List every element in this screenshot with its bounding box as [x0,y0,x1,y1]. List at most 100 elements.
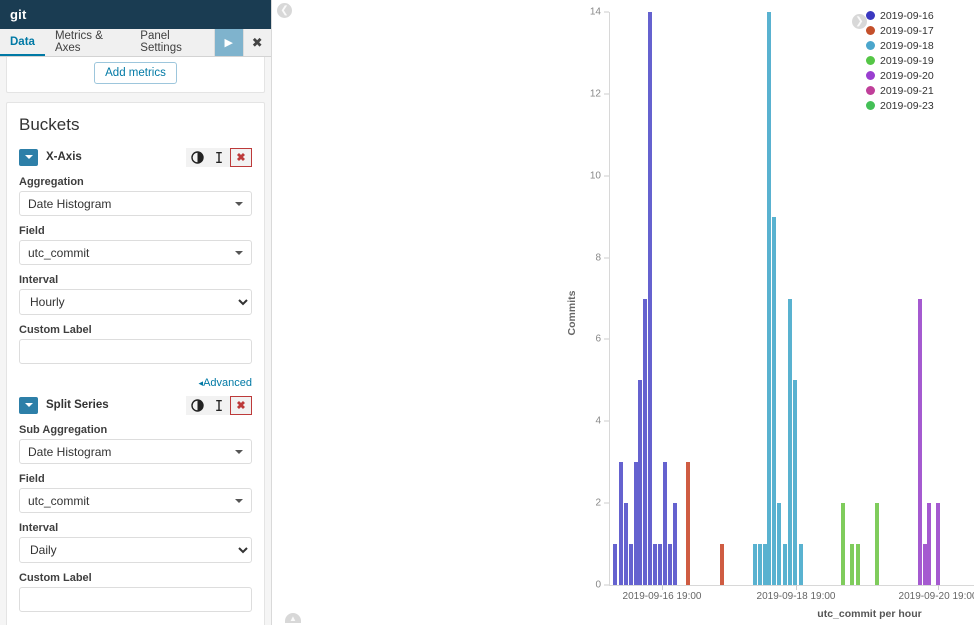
legend-item-2019-09-18[interactable]: 2019-09-18 [866,38,970,53]
sub-aggregation-select[interactable]: Date Histogram [19,439,252,464]
add-metrics-button[interactable]: Add metrics [94,62,177,84]
chevron-down-icon [235,449,243,454]
field-select[interactable]: utc_commit [19,240,252,265]
x-tick-mark [796,585,797,590]
circle-toggle-icon[interactable] [186,147,208,167]
y-tick-label: 14 [589,6,601,18]
legend-label: 2019-09-21 [880,84,934,97]
legend-color-dot [866,11,875,20]
visualization-area: ❮ ❯ ▲ 2019-09-16 2019-09-17 2019-09-18 2019… [272,0,974,625]
chart-bar[interactable] [638,380,642,585]
chart-bar[interactable] [772,216,776,585]
expand-bottom-panel-button[interactable]: ▲ [285,613,301,623]
remove-x-icon[interactable]: ✖ [230,395,252,415]
split-interval-select[interactable]: Daily [19,537,252,563]
chart-bar[interactable] [777,503,781,585]
bucket-split-series-actions: ✖ [186,395,252,415]
legend-item-2019-09-21[interactable]: 2019-09-21 [866,83,970,98]
discard-changes-button[interactable]: ✖ [242,29,271,56]
split-interval-label: Interval [19,522,59,534]
chart-bar[interactable] [788,298,792,585]
legend-item-2019-09-20[interactable]: 2019-09-20 [866,68,970,83]
chart-bar[interactable] [767,12,771,585]
chart-bar[interactable] [624,503,628,585]
legend-label: 2019-09-23 [880,99,934,112]
bucket-x-axis-header: X-Axis ✖ [19,147,252,167]
legend-item-2019-09-23[interactable]: 2019-09-23 [866,98,970,113]
x-axis-line [609,585,974,586]
tab-data[interactable]: Data [0,29,45,56]
remove-x-icon[interactable]: ✖ [230,147,252,167]
chart-bar[interactable] [753,544,757,585]
y-tick-label: 12 [589,88,601,100]
collapse-legend-button[interactable]: ❯ [852,14,867,29]
field-value: utc_commit [28,245,90,260]
editor-scroll-body[interactable]: Add metrics Buckets X-Axis ✖ Aggregation… [0,57,271,625]
chart-bar[interactable] [841,503,845,585]
x-tick-label: 2019-09-18 19:00 [756,591,836,602]
split-field-label: Field [19,473,45,485]
chart-bar[interactable] [653,544,657,585]
chart-bar[interactable] [658,544,662,585]
circle-toggle-icon[interactable] [186,395,208,415]
x-axis-advanced-link[interactable]: Advanced [199,377,252,389]
bucket-x-axis: X-Axis ✖ Aggregation Date Histogram Fiel… [19,147,252,391]
editor-title-bar: git [0,0,271,29]
legend-item-2019-09-16[interactable]: 2019-09-16 [866,8,970,23]
chart-bar[interactable] [927,503,931,585]
tab-panel-settings[interactable]: Panel Settings [130,29,214,56]
chart-bar[interactable] [668,544,672,585]
field-label: Field [19,225,45,237]
collapse-bucket-split-series-button[interactable] [19,396,38,414]
custom-label-label: Custom Label [19,324,92,336]
collapse-bucket-x-axis-button[interactable] [19,148,38,166]
buckets-card: Buckets X-Axis ✖ Aggregation Date Histog… [6,102,265,625]
x-tick-label: 2019-09-16 19:00 [622,591,702,602]
legend-color-dot [866,101,875,110]
chart-bar[interactable] [663,462,667,585]
legend-label: 2019-09-19 [880,54,934,67]
chart-bar[interactable] [643,298,647,585]
split-field-select[interactable]: utc_commit [19,488,252,513]
chart-bar[interactable] [875,503,879,585]
chart-bar[interactable] [720,544,724,585]
play-icon: ▶ [224,37,233,49]
chart-bar[interactable] [648,12,652,585]
chart-bar[interactable] [793,380,797,585]
chart-bar[interactable] [799,544,803,585]
chart-bar[interactable] [673,503,677,585]
sub-aggregation-value: Date Histogram [28,444,112,459]
legend-color-dot [866,71,875,80]
chart-bar[interactable] [619,462,623,585]
custom-label-input[interactable] [19,339,252,364]
bar-handle-icon[interactable] [208,147,230,167]
legend-label: 2019-09-20 [880,69,934,82]
split-custom-label-input[interactable] [19,587,252,612]
chart-bar[interactable] [686,462,690,585]
chart-bar[interactable] [613,544,617,585]
page-title: git [10,7,27,22]
chart-bar[interactable] [629,544,633,585]
legend-item-2019-09-17[interactable]: 2019-09-17 [866,23,970,38]
collapse-editor-button[interactable]: ❮ [277,3,292,18]
apply-changes-button[interactable]: ▶ [214,29,243,56]
chart-bar[interactable] [850,544,854,585]
bucket-x-axis-actions: ✖ [186,147,252,167]
aggregation-select[interactable]: Date Histogram [19,191,252,216]
bar-handle-icon[interactable] [208,395,230,415]
tab-metrics-axes[interactable]: Metrics & Axes [45,29,130,56]
chart-bar[interactable] [918,298,922,585]
close-icon: ✖ [251,34,263,50]
chart-bar[interactable] [783,544,787,585]
chevron-down-icon [235,498,243,503]
chart-legend: 2019-09-16 2019-09-17 2019-09-18 2019-09-19… [866,8,970,113]
split-field-value: utc_commit [28,493,90,508]
chart-bar[interactable] [936,503,940,585]
aggregation-label: Aggregation [19,176,84,188]
legend-item-2019-09-19[interactable]: 2019-09-19 [866,53,970,68]
interval-select[interactable]: Hourly [19,289,252,315]
tab-data-label: Data [10,35,35,48]
chart-bar[interactable] [856,544,860,585]
visualization-editor-panel: git Data Metrics & Axes Panel Settings ▶… [0,0,272,625]
chart-bar[interactable] [758,544,762,585]
